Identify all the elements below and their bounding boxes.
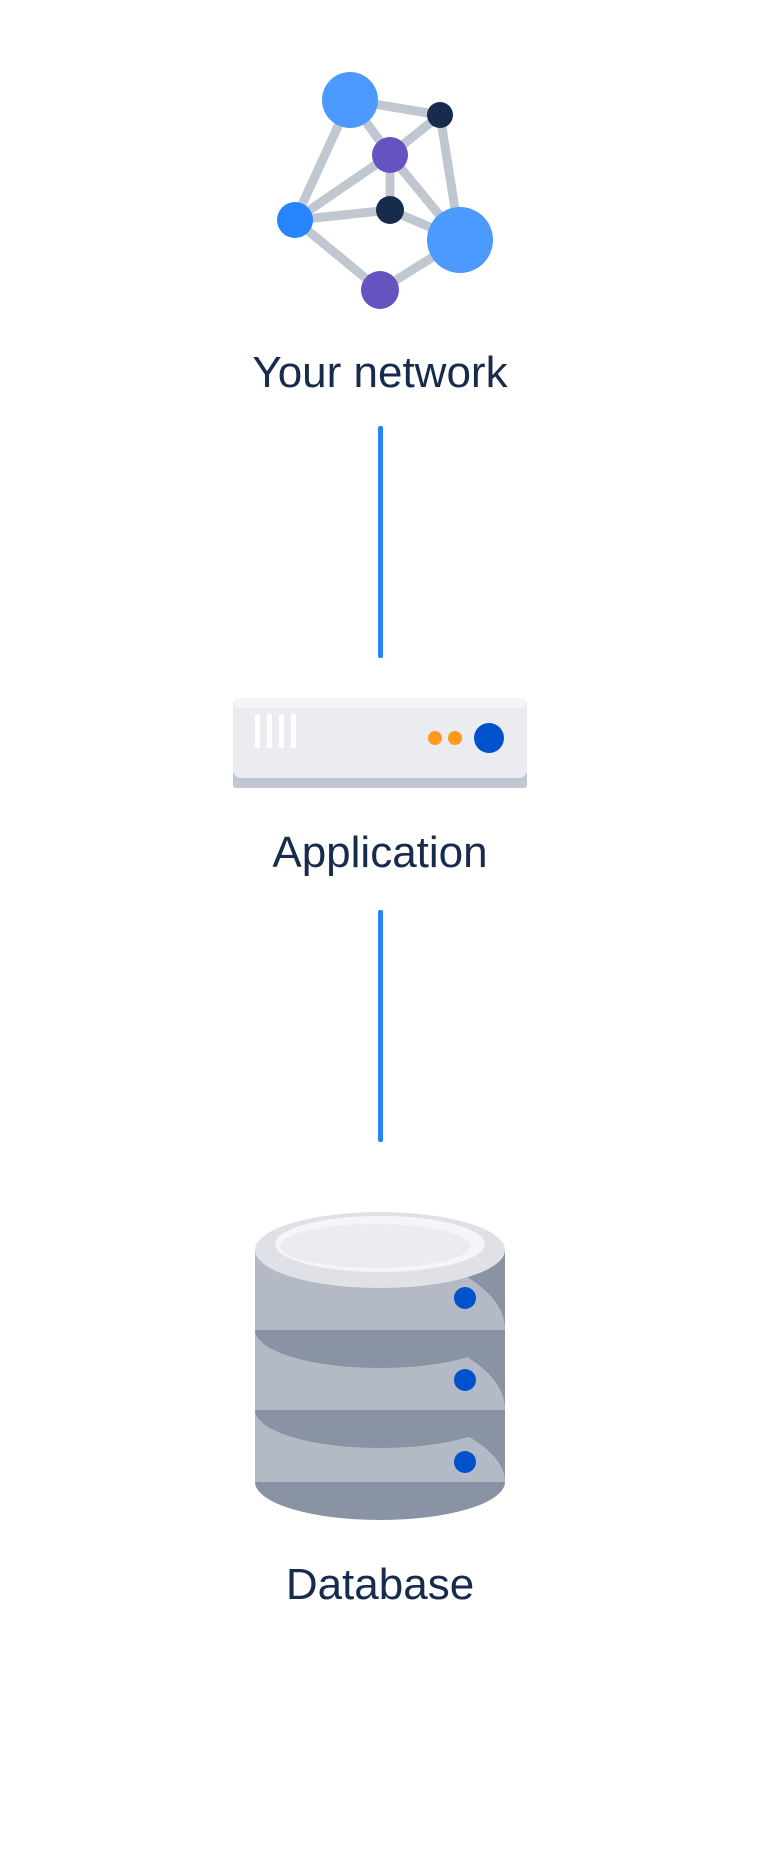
connector-line (378, 426, 383, 658)
network-label: Your network (252, 348, 507, 398)
server-icon (225, 690, 535, 800)
database-label: Database (286, 1560, 474, 1610)
network-graph-icon (250, 60, 510, 320)
database-icon (235, 1182, 525, 1532)
application-label: Application (272, 828, 487, 878)
connector-line (378, 910, 383, 1142)
